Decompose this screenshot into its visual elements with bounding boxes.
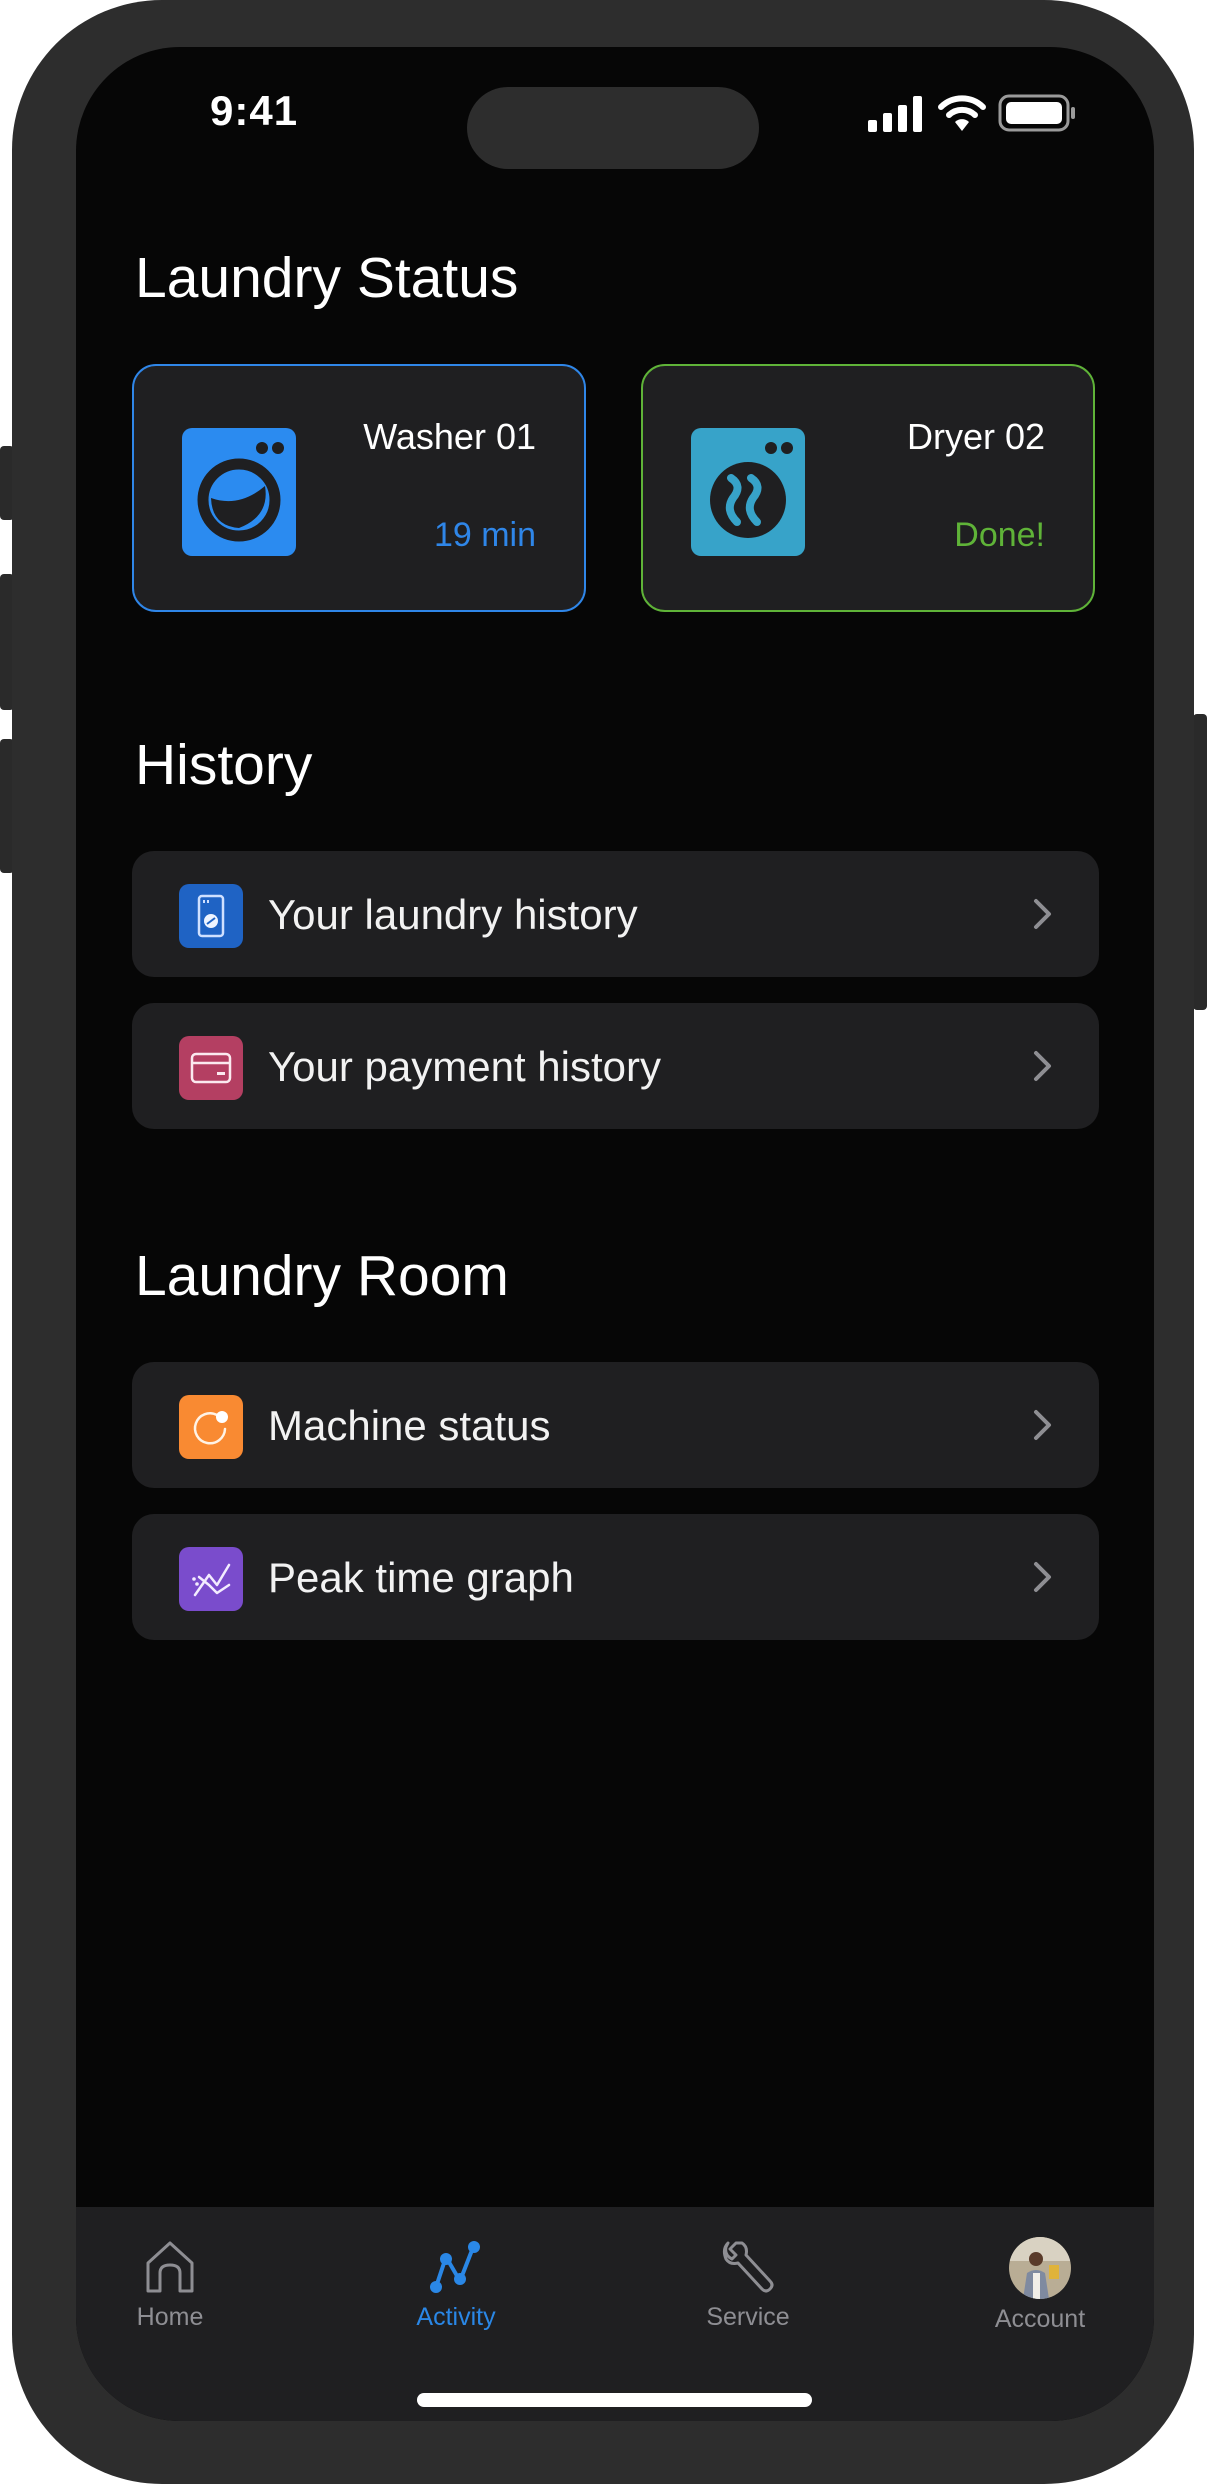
machine-status: Done! (954, 516, 1045, 554)
chevron-right-icon (1034, 1051, 1051, 1081)
list-item-label: Your laundry history (268, 891, 638, 938)
list-item-label: Peak time graph (268, 1554, 574, 1601)
list-item-label: Machine status (268, 1402, 551, 1449)
battery-icon (998, 94, 1075, 132)
signal-icon (868, 96, 922, 132)
section-title-laundry-status: Laundry Status (135, 246, 519, 310)
section-title-history: History (135, 733, 313, 797)
credit-card-icon (179, 1036, 243, 1100)
machine-remaining-time: 19 min (433, 516, 536, 554)
list-item-laundry-history[interactable]: Your laundry history (132, 851, 1099, 977)
tab-home[interactable]: Home (90, 2237, 250, 2332)
list-item-label: Your payment history (268, 1043, 661, 1090)
section-title-laundry-room: Laundry Room (135, 1244, 509, 1308)
machine-card-washer[interactable]: Washer 01 19 min (132, 364, 586, 612)
washing-machine-icon (179, 884, 243, 948)
activity-icon (430, 2241, 480, 2293)
wrench-icon (722, 2241, 774, 2293)
chevron-right-icon (1034, 1562, 1051, 1592)
dynamic-island (467, 87, 759, 169)
list-item-peak-time-graph[interactable]: Peak time graph (132, 1514, 1099, 1640)
wifi-icon (938, 95, 986, 131)
status-ring-icon (179, 1395, 243, 1459)
tab-bar: Home Activity Service Account (76, 2207, 1154, 2421)
tab-label: Service (706, 2303, 790, 2331)
chevron-right-icon (1034, 899, 1051, 929)
dryer-icon (691, 428, 805, 556)
tab-label: Activity (416, 2303, 496, 2331)
tab-account[interactable]: Account (960, 2237, 1120, 2334)
machine-card-dryer[interactable]: Dryer 02 Done! (641, 364, 1095, 612)
home-indicator[interactable] (417, 2393, 812, 2407)
tab-activity[interactable]: Activity (376, 2237, 536, 2332)
trend-graph-icon (179, 1547, 243, 1611)
chevron-right-icon (1034, 1410, 1051, 1440)
machine-name: Washer 01 (363, 416, 536, 457)
power-button (1193, 714, 1207, 1010)
screen: 9:41 Laundry Status Washer 01 19 min Dry… (76, 47, 1154, 2421)
tab-label: Home (136, 2303, 204, 2331)
list-item-payment-history[interactable]: Your payment history (132, 1003, 1099, 1129)
washer-icon (182, 428, 296, 556)
machine-name: Dryer 02 (906, 416, 1045, 457)
list-item-machine-status[interactable]: Machine status (132, 1362, 1099, 1488)
avatar (1009, 2237, 1071, 2299)
tab-service[interactable]: Service (668, 2237, 828, 2332)
home-icon (146, 2241, 194, 2293)
tab-label: Account (994, 2305, 1086, 2333)
status-time: 9:41 (210, 87, 299, 134)
status-icons (868, 93, 1078, 133)
phone-frame: 9:41 Laundry Status Washer 01 19 min Dry… (12, 0, 1194, 2484)
